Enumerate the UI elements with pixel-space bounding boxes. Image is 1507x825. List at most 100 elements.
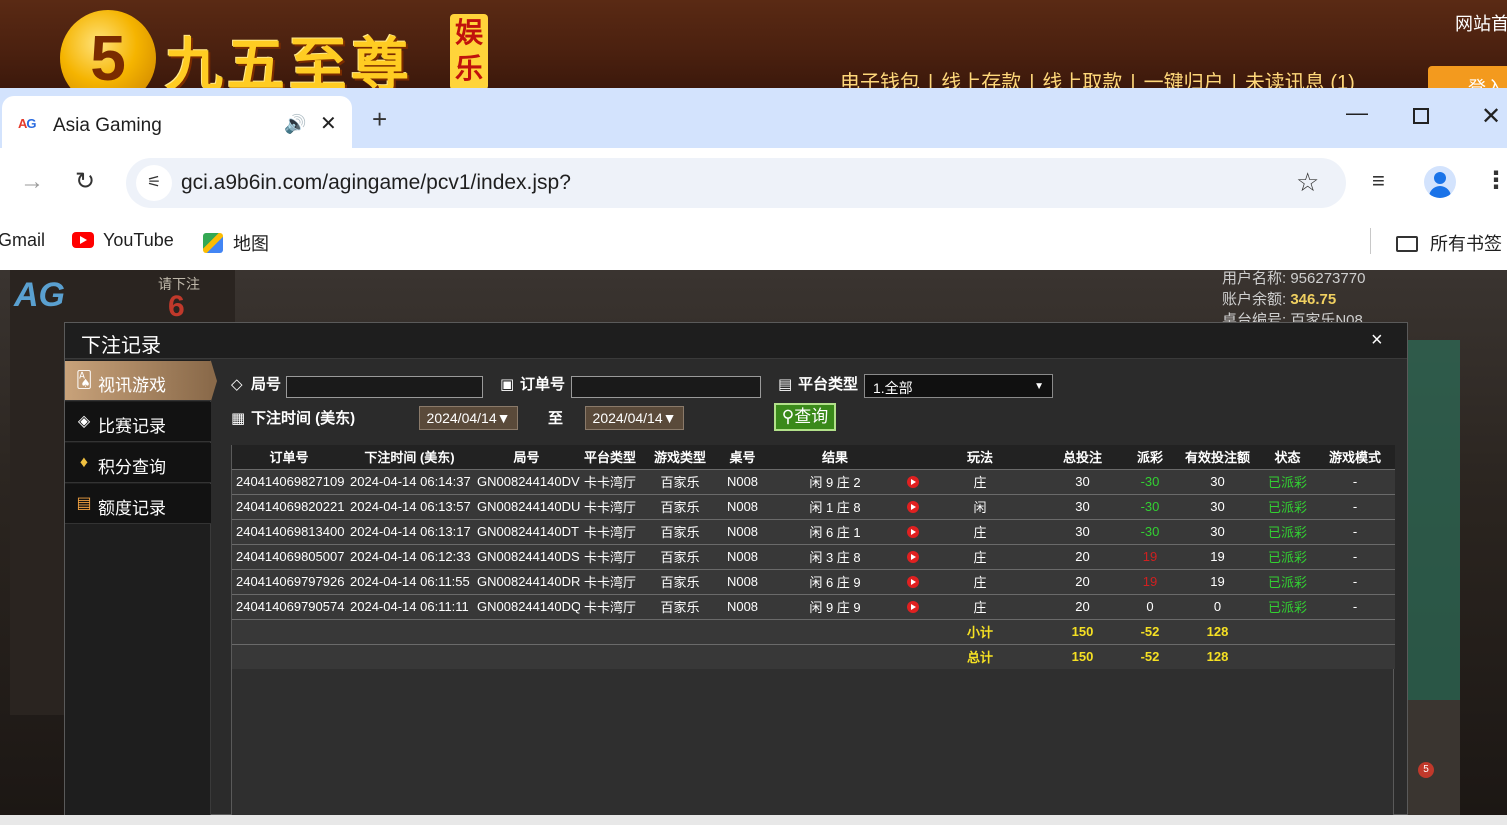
login-button[interactable]: 登入 [1428, 66, 1507, 90]
table-row: 240414069790574 2024-04-14 06:11:11 GN0082… [232, 593, 1395, 619]
cell-payout: -30 [1125, 468, 1175, 494]
cell-play: 庄 [920, 468, 1040, 494]
cell-game: 百家乐 [640, 493, 720, 519]
browser-menu-icon[interactable]: ⋮ [1484, 166, 1507, 195]
window-close-icon[interactable]: ✕ [1481, 102, 1501, 131]
play-video-icon[interactable] [906, 576, 919, 588]
cell-game: 百家乐 [640, 468, 720, 494]
play-video-icon[interactable] [906, 476, 919, 488]
speaker-icon[interactable]: 🔊 [284, 114, 306, 135]
modal-close-icon[interactable]: × [1371, 329, 1383, 352]
sidebar-item-match-records[interactable]: ◈ 比赛记录 [65, 402, 211, 442]
cell-bet: 20 [1040, 568, 1125, 594]
cell-table: N008 [720, 468, 765, 494]
empty-cell [765, 643, 905, 669]
cell-round: GN008244140DT [473, 518, 580, 544]
cell-play: 庄 [920, 543, 1040, 569]
play-video-icon[interactable] [906, 526, 919, 538]
address-bar[interactable]: ⚟ gci.a9b6in.com/agingame/pcv1/index.jsp… [126, 158, 1346, 208]
cell-result: 闲 9 庄 9 [765, 593, 905, 619]
play-video-icon[interactable] [906, 501, 919, 513]
sidebar-item-quota-records[interactable]: ▤ 额度记录 [65, 484, 211, 524]
cell-mode: - [1315, 518, 1395, 544]
minimize-icon[interactable]: — [1346, 100, 1368, 126]
order-input[interactable] [571, 376, 761, 398]
logo-mark: 5 [60, 10, 156, 90]
all-bookmarks[interactable]: 所有书签 [1396, 230, 1502, 256]
bet-countdown: 6 [168, 290, 185, 323]
cell-platform: 卡卡湾厅 [580, 543, 640, 569]
cell-status: 已派彩 [1260, 593, 1315, 619]
play-video-icon[interactable] [906, 601, 919, 613]
bookmark-gmail[interactable]: Gmail [0, 230, 45, 251]
diamond-outline-icon: ◈ [77, 413, 91, 430]
cell-time: 2024-04-14 06:13:57 [346, 493, 473, 519]
new-tab-icon[interactable]: + [372, 104, 387, 135]
tab-close-icon[interactable]: ✕ [320, 111, 337, 136]
browser-tab[interactable]: AG Asia Gaming 🔊 ✕ [2, 96, 352, 148]
cell-table: N008 [720, 493, 765, 519]
clipboard-icon: ▣ [500, 376, 515, 393]
time-label: ▦ 下注时间 (美东) [231, 410, 356, 427]
date-to-button[interactable]: 2024/04/14▼ [585, 406, 684, 430]
empty-cell [1315, 643, 1395, 669]
modal-header: 下注记录 × [65, 323, 1407, 359]
column-header: 平台类型 [580, 445, 640, 469]
play-video-icon[interactable] [906, 551, 919, 563]
cell-table: N008 [720, 518, 765, 544]
total-payout: -52 [1125, 643, 1175, 669]
table-row: 240414069797926 2024-04-14 06:11:55 GN0082… [232, 568, 1395, 594]
round-input[interactable] [286, 376, 483, 398]
cell-play: 庄 [920, 593, 1040, 619]
site-info-icon[interactable]: ⚟ [136, 165, 172, 201]
cell-bet: 30 [1040, 518, 1125, 544]
total-row: 总计 150 -52 128 [232, 643, 1395, 669]
column-header: 玩法 [920, 445, 1040, 469]
game-table-area [1405, 340, 1460, 720]
bookmark-star-icon[interactable]: ☆ [1296, 167, 1319, 198]
cell-payout: 19 [1125, 543, 1175, 569]
date-from-button[interactable]: 2024/04/14▼ [419, 406, 518, 430]
sidebar-item-points-query[interactable]: ♦ 积分查询 [65, 443, 211, 483]
url-text[interactable]: gci.a9b6in.com/agingame/pcv1/index.jsp? [181, 171, 571, 195]
query-button[interactable]: ⚲查询 [774, 403, 836, 431]
cell-round: GN008244140DV [473, 468, 580, 494]
media-control-icon[interactable]: ≡ [1372, 168, 1385, 194]
bookmark-divider [1370, 228, 1371, 254]
reload-icon[interactable]: ↻ [75, 167, 95, 196]
subtotal-label: 小计 [920, 618, 1040, 644]
empty-cell [473, 643, 580, 669]
site-banner: 5 九五至尊 娱乐 网站首 电子钱包 | 线上存款 | 线上取款 | 一键归户 | 未读讯息 (… [0, 0, 1507, 90]
cards-icon: 🂡 [75, 372, 93, 389]
platform-label: ▤ 平台类型 [778, 376, 859, 393]
maximize-icon[interactable] [1413, 108, 1429, 124]
cell-order: 240414069797926 [232, 568, 346, 594]
forward-icon[interactable]: → [20, 168, 44, 196]
cell-game: 百家乐 [640, 593, 720, 619]
column-header [905, 445, 920, 469]
sidebar-item-video-games[interactable]: 🂡 视讯游戏 [65, 361, 217, 401]
calendar-icon: ▦ [231, 410, 246, 427]
tab-title: Asia Gaming [53, 115, 162, 136]
column-header: 有效投注额 [1175, 445, 1260, 469]
notification-badge: 5 [1418, 762, 1434, 778]
cell-round: GN008244140DU [473, 493, 580, 519]
cell-platform: 卡卡湾厅 [580, 468, 640, 494]
profile-avatar-icon[interactable] [1424, 166, 1456, 198]
logo-badge: 娱乐 [450, 14, 488, 90]
bookmark-youtube[interactable]: YouTube [72, 230, 174, 251]
cell-bet: 30 [1040, 493, 1125, 519]
column-header: 游戏类型 [640, 445, 720, 469]
platform-select[interactable]: 1.全部 ▼ [864, 374, 1053, 398]
bet-history-modal: 下注记录 × 🂡 视讯游戏 ◈ 比赛记录 ♦ 积分查询 ▤ 额度记录 ◇ 局号 ▣… [64, 322, 1408, 816]
table-row: 240414069805007 2024-04-14 06:12:33 GN0082… [232, 543, 1395, 569]
column-header: 状态 [1260, 445, 1315, 469]
home-link[interactable]: 网站首 [1455, 10, 1507, 36]
folder-icon [1396, 236, 1418, 252]
game-right-column [1405, 700, 1460, 815]
cell-time: 2024-04-14 06:11:11 [346, 593, 473, 619]
empty-cell [232, 643, 346, 669]
column-header: 局号 [473, 445, 580, 469]
cell-platform: 卡卡湾厅 [580, 518, 640, 544]
bookmark-maps[interactable]: 地图 [203, 230, 269, 256]
